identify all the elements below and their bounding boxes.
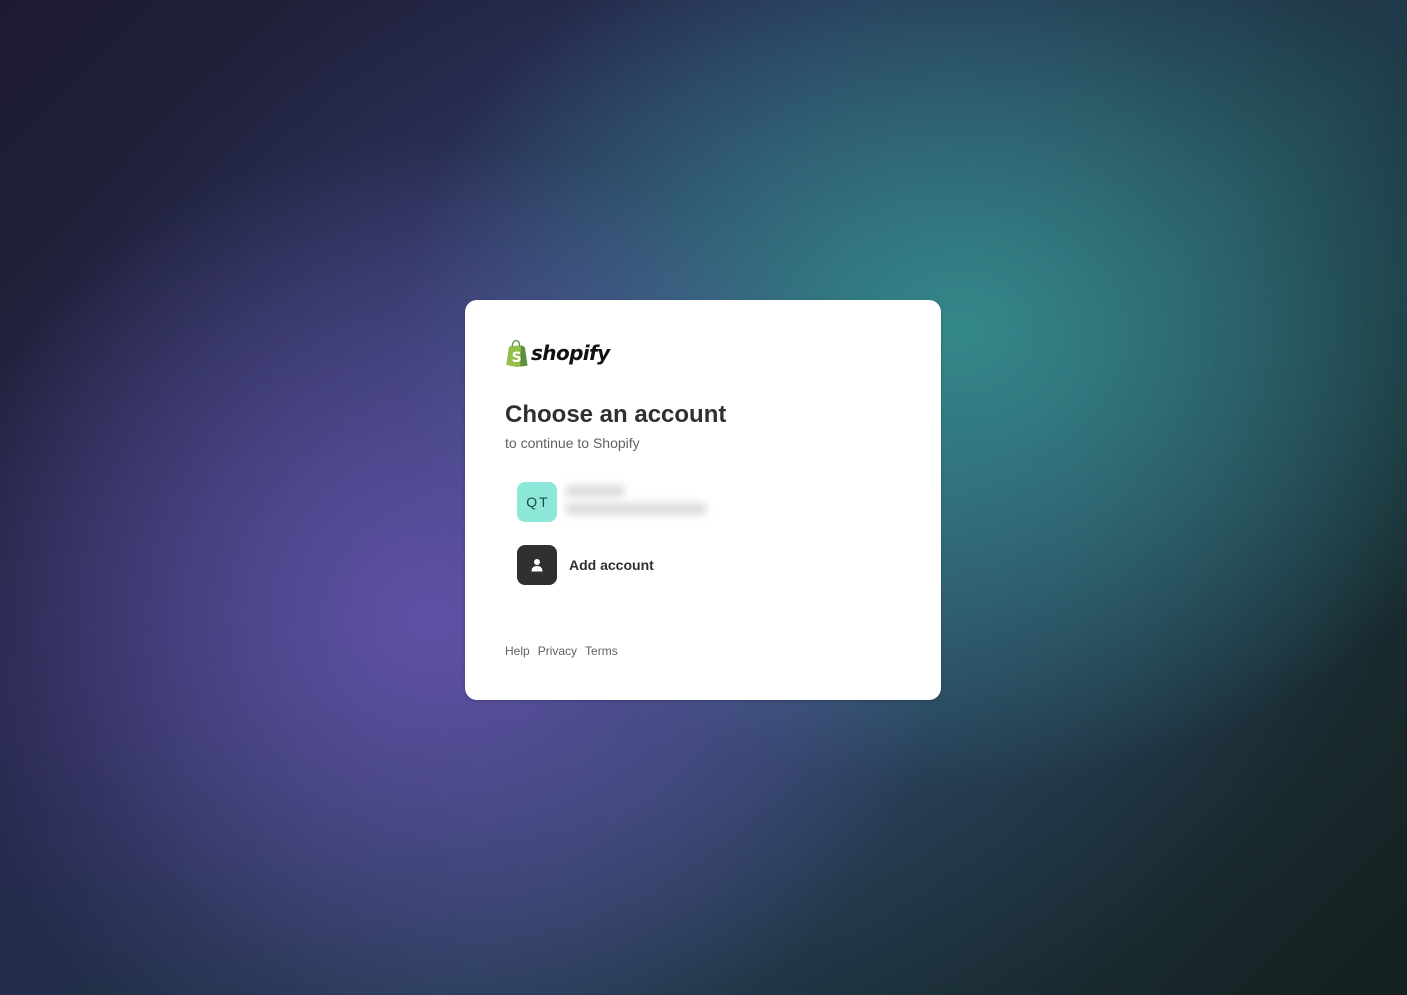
- page-background: { "brand": { "wordmark": "shopify", "bag…: [0, 0, 1407, 995]
- shopify-bag-icon: S: [506, 339, 528, 367]
- shopify-logo: S shopify: [505, 338, 901, 368]
- add-account-button[interactable]: Add account: [517, 545, 901, 585]
- add-account-label: Add account: [569, 557, 654, 573]
- add-account-avatar: [517, 545, 557, 585]
- terms-link[interactable]: Terms: [585, 644, 618, 658]
- footer-links: Help Privacy Terms: [505, 644, 618, 658]
- account-avatar: QT: [517, 482, 557, 522]
- account-details-redacted: [565, 481, 713, 523]
- account-chooser-card: S shopify Choose an account to continue …: [465, 300, 941, 700]
- account-item-qt[interactable]: QT: [517, 482, 901, 522]
- svg-text:S: S: [512, 350, 522, 366]
- page-subtitle: to continue to Shopify: [505, 435, 640, 451]
- page-title: Choose an account: [505, 401, 727, 428]
- person-icon: [531, 559, 543, 572]
- privacy-link[interactable]: Privacy: [538, 644, 577, 658]
- help-link[interactable]: Help: [505, 644, 530, 658]
- shopify-wordmark: shopify: [531, 341, 610, 365]
- account-list: QT Add account: [505, 482, 901, 585]
